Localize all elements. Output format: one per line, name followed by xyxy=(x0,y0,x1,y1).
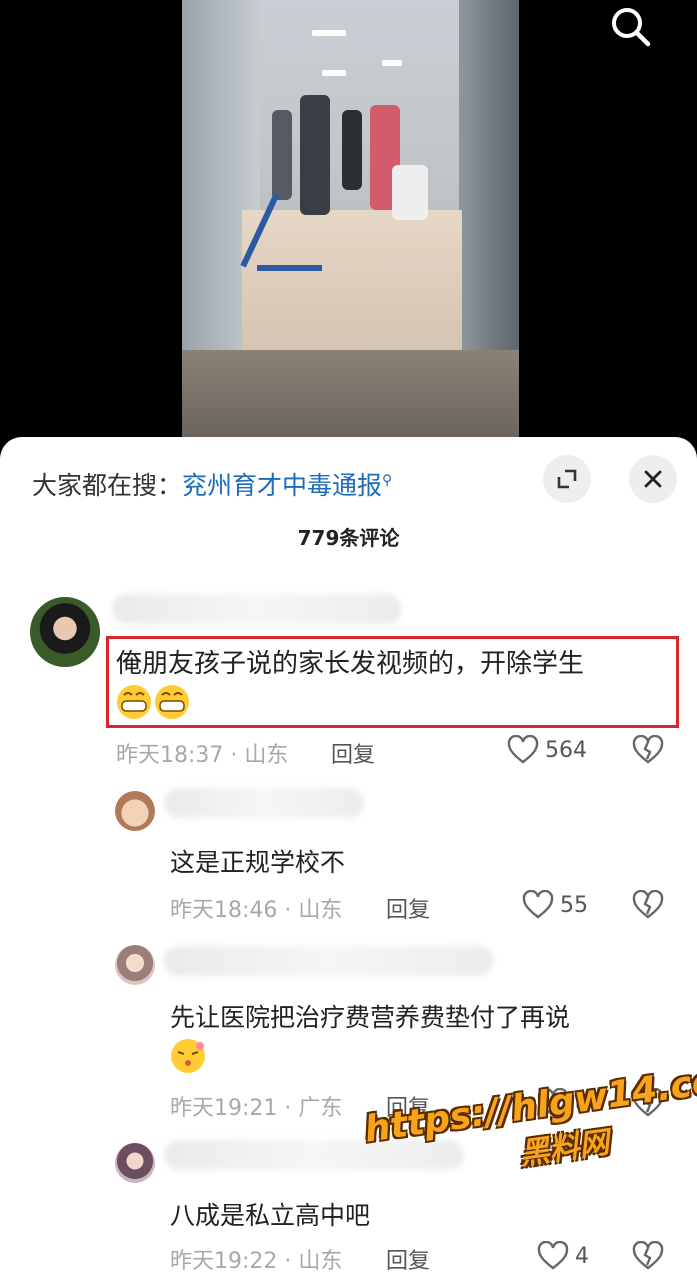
comment-text: 先让医院把治疗费营养费垫付了再说 xyxy=(170,1003,571,1032)
video-player[interactable] xyxy=(0,0,697,450)
video-person xyxy=(392,165,428,220)
comment-text: 俺朋友孩子说的家长发视频的，开除学生 xyxy=(116,649,585,679)
username-blurred[interactable] xyxy=(112,594,402,624)
video-person xyxy=(342,110,362,190)
expand-button[interactable] xyxy=(543,455,591,503)
grin-emoji xyxy=(117,685,189,719)
expand-icon xyxy=(557,469,577,489)
username-blurred[interactable] xyxy=(164,788,364,818)
hot-search-link[interactable]: 兖州育才中毒通报 xyxy=(182,471,382,500)
hot-search-bar[interactable]: 大家都在搜：兖州育才中毒通报⚲ xyxy=(32,466,392,502)
comment-time-location: 昨天18:46 · 山东 xyxy=(170,898,343,923)
like-button[interactable]: 4 xyxy=(537,1241,589,1271)
like-count: 4 xyxy=(575,1243,589,1269)
broken-heart-icon[interactable] xyxy=(632,890,664,920)
avatar[interactable] xyxy=(115,1143,155,1183)
avatar[interactable] xyxy=(115,945,155,985)
video-frame xyxy=(182,0,519,437)
reply-button[interactable]: 回复 xyxy=(331,737,375,769)
hot-search-prefix: 大家都在搜： xyxy=(32,471,183,500)
video-floor-line xyxy=(257,265,322,271)
video-ceiling-light xyxy=(322,70,346,76)
reply-button[interactable]: 回复 xyxy=(386,1243,430,1275)
comment-text: 八成是私立高中吧 xyxy=(170,1201,371,1230)
reply-button[interactable]: 回复 xyxy=(386,892,430,924)
video-person xyxy=(300,95,330,215)
heart-icon xyxy=(522,890,554,919)
username-blurred[interactable] xyxy=(164,946,494,976)
video-ceiling-light xyxy=(312,30,346,36)
like-count: 564 xyxy=(545,737,587,763)
search-icon[interactable] xyxy=(608,4,654,50)
like-button[interactable]: 55 xyxy=(522,890,588,920)
like-button[interactable]: 564 xyxy=(507,735,587,765)
comment-time-location: 昨天19:22 · 山东 xyxy=(170,1249,343,1274)
video-ceiling-light xyxy=(382,60,402,66)
comment-time-location: 昨天19:21 · 广东 xyxy=(170,1096,343,1121)
heart-icon xyxy=(537,1241,569,1270)
sleepy-emoji xyxy=(171,1039,205,1073)
close-button[interactable] xyxy=(629,455,677,503)
comment-count: 779条评论 xyxy=(297,526,400,550)
comment-text: 这是正规学校不 xyxy=(170,848,346,877)
like-count: 55 xyxy=(560,892,588,918)
broken-heart-icon[interactable] xyxy=(632,735,664,765)
search-small-icon: ⚲ xyxy=(382,472,393,489)
avatar[interactable] xyxy=(30,597,100,667)
comment-time-location: 昨天18:37 · 山东 xyxy=(116,743,289,768)
video-person xyxy=(272,110,292,200)
heart-icon xyxy=(507,735,539,764)
close-icon xyxy=(644,470,662,488)
avatar[interactable] xyxy=(115,791,155,831)
broken-heart-icon[interactable] xyxy=(632,1241,664,1271)
video-floor-dark xyxy=(182,350,519,437)
